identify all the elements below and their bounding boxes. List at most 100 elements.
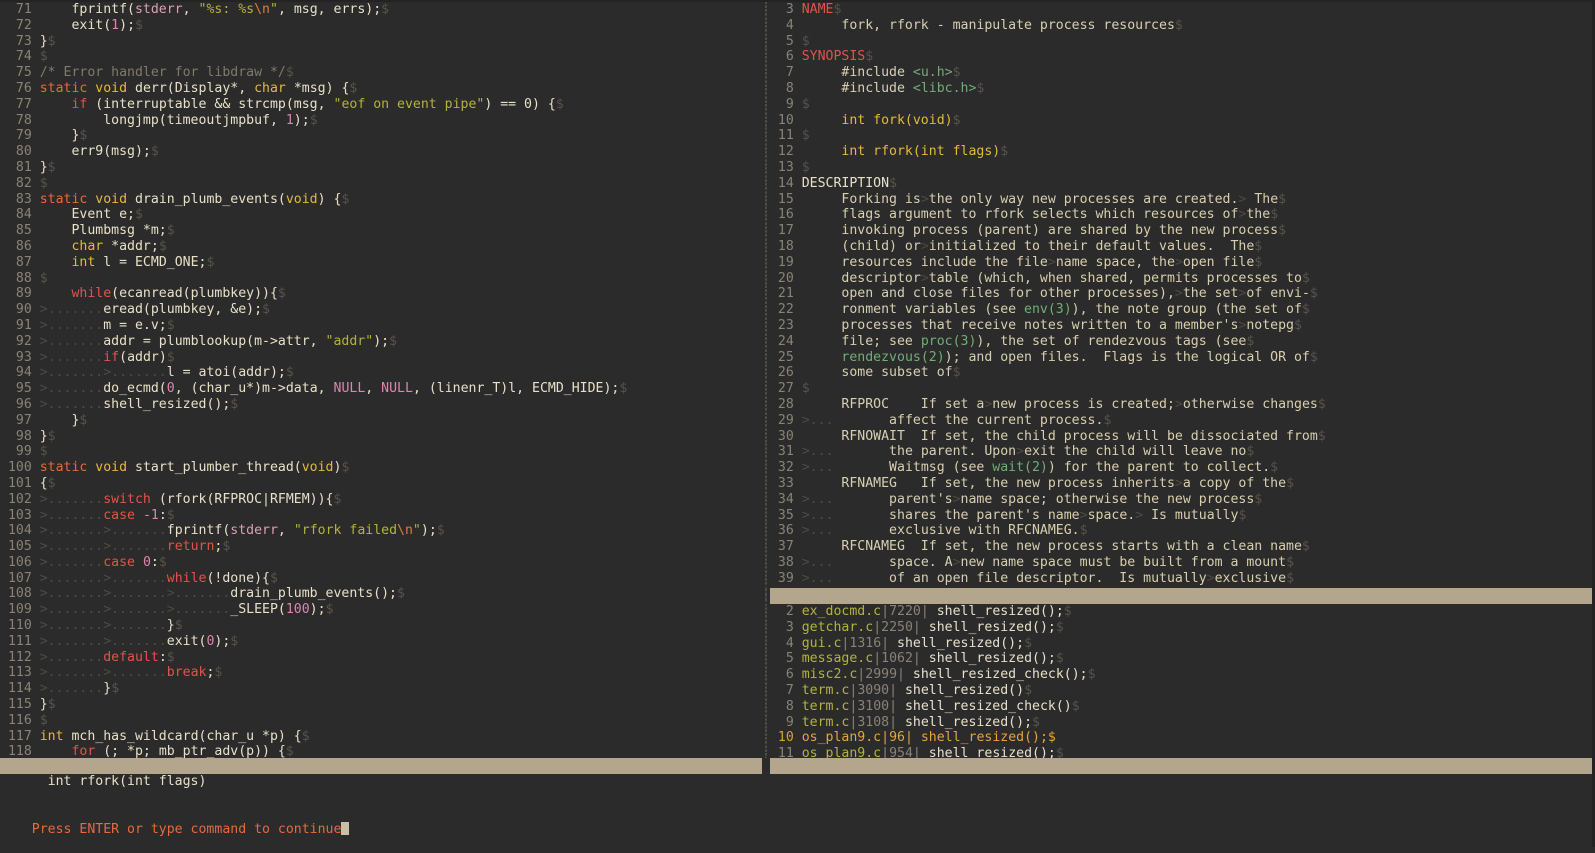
buffer-line[interactable]: 85 Plumbmsg *m;$	[0, 223, 762, 239]
buffer-line[interactable]: 118 for (; *p; mb_ptr_adv(p)) {$	[0, 744, 762, 758]
buffer-line[interactable]: ┊ 27 $	[762, 381, 1595, 397]
buffer-line[interactable]: ┊ 10 int fork(void)$	[762, 113, 1595, 129]
buffer-line[interactable]: ┊ 14 DESCRIPTION$	[762, 176, 1595, 192]
buffer-line[interactable]: 100 static void start_plumber_thread(voi…	[0, 460, 762, 476]
buffer-line[interactable]: 108 >.......>.......>.......drain_plumb_…	[0, 586, 762, 602]
quickfix-entry[interactable]: ┊ 11 os_plan9.c|954| shell_resized();$	[762, 746, 1595, 758]
buffer-line[interactable]: ┊ 3 NAME$	[762, 2, 1595, 18]
quickfix-pane[interactable]: ┊ 2 ex_docmd.c|7220| shell_resized();$ ┊ …	[762, 604, 1595, 758]
buffer-line[interactable]: ┊ 32 >... Waitmsg (see wait(2)) for the …	[762, 460, 1595, 476]
buffer-line[interactable]: 103 >.......case -1:$	[0, 508, 762, 524]
quickfix-entry[interactable]: ┊ 10 os_plan9.c|96| shell_resized();$	[762, 730, 1595, 746]
buffer-line[interactable]: 83 static void drain_plumb_events(void) …	[0, 192, 762, 208]
buffer-line[interactable]: 90 >.......eread(plumbkey, &e);$	[0, 302, 762, 318]
buffer-line[interactable]: 105 >.......>.......return;$	[0, 539, 762, 555]
buffer-line[interactable]: 78 longjmp(timeoutjmpbuf, 1);$	[0, 113, 762, 129]
buffer-line[interactable]: 75 /* Error handler for libdraw */$	[0, 65, 762, 81]
buffer-line[interactable]: 107 >.......>.......while(!done){$	[0, 571, 762, 587]
buffer-line[interactable]: 106 >.......case 0:$	[0, 555, 762, 571]
buffer-line[interactable]: 82 $	[0, 176, 762, 192]
quickfix-entry[interactable]: ┊ 6 misc2.c|2999| shell_resized_check();…	[762, 667, 1595, 683]
buffer-line[interactable]: ┊ 9 $	[762, 97, 1595, 113]
buffer-line[interactable]: 112 >.......default:$	[0, 650, 762, 666]
press-enter-prompt[interactable]: Press ENTER or type command to continue	[0, 806, 1595, 853]
buffer-line[interactable]: 73 }$	[0, 34, 762, 50]
buffer-line[interactable]: ┊ 6 SYNOPSIS$	[762, 49, 1595, 65]
buffer-line[interactable]: ┊ 11 $	[762, 128, 1595, 144]
buffer-line[interactable]: 74 $	[0, 49, 762, 65]
buffer-line[interactable]: 101 {$	[0, 476, 762, 492]
buffer-line[interactable]: ┊ 25 rendezvous(2)); and open files. Fla…	[762, 350, 1595, 366]
buffer-line[interactable]: 96 >.......shell_resized();$	[0, 397, 762, 413]
quickfix-entry[interactable]: ┊ 2 ex_docmd.c|7220| shell_resized();$	[762, 604, 1595, 620]
buffer-line[interactable]: ┊ 17 invoking process (parent) are share…	[762, 223, 1595, 239]
buffer-line[interactable]: 111 >.......>.......exit(0);$	[0, 634, 762, 650]
editor-pane-manpage[interactable]: ┊ 3 NAME$ ┊ 4 fork, rfork - manipulate pr…	[762, 2, 1595, 588]
buffer-line[interactable]: 104 >.......>.......fprintf(stderr, "rfo…	[0, 523, 762, 539]
buffer-line[interactable]: 92 >.......addr = plumblookup(m->attr, "…	[0, 334, 762, 350]
buffer-line[interactable]: ┊ 15 Forking is>the only way new process…	[762, 192, 1595, 208]
buffer-line[interactable]: ┊ 38 >... space. A>new name space must b…	[762, 555, 1595, 571]
buffer-line[interactable]: 94 >.......>.......l = atoi(addr);$	[0, 365, 762, 381]
buffer-line[interactable]: 71 fprintf(stderr, "%s: %s\n", msg, errs…	[0, 2, 762, 18]
buffer-line[interactable]: ┊ 22 ronment variables (see env(3)), the…	[762, 302, 1595, 318]
statusline-source[interactable]: 102:10 8% ~/src/vim/os_plan9.c [c]	[0, 758, 762, 774]
buffer-line[interactable]: 89 while(ecanread(plumbkey)){$	[0, 286, 762, 302]
buffer-line[interactable]: 76 static void derr(Display*, char *msg)…	[0, 81, 762, 97]
buffer-line[interactable]: ┊ 36 >... exclusive with RFCNAMEG.$	[762, 523, 1595, 539]
buffer-line[interactable]: ┊ 34 >... parent's>name space; otherwise…	[762, 492, 1595, 508]
buffer-line[interactable]: 86 char *addr;$	[0, 239, 762, 255]
buffer-line[interactable]: ┊ 7 #include <u.h>$	[762, 65, 1595, 81]
buffer-line[interactable]: ┊ 23 processes that receive notes writte…	[762, 318, 1595, 334]
buffer-line[interactable]: 77 if (interruptable && strcmp(msg, "eof…	[0, 97, 762, 113]
buffer-line[interactable]: 116 $	[0, 713, 762, 729]
editor-pane-source[interactable]: 71 fprintf(stderr, "%s: %s\n", msg, errs…	[0, 2, 762, 758]
quickfix-entry[interactable]: ┊ 9 term.c|3108| shell_resized();$	[762, 715, 1595, 731]
buffer-line[interactable]: 80 err9(msg);$	[0, 144, 762, 160]
quickfix-entry[interactable]: ┊ 4 gui.c|1316| shell_resized();$	[762, 636, 1595, 652]
buffer-line[interactable]: 79 }$	[0, 128, 762, 144]
buffer-line[interactable]: 91 >.......m = e.v;$	[0, 318, 762, 334]
quickfix-entry[interactable]: ┊ 3 getchar.c|2250| shell_resized();$	[762, 620, 1595, 636]
buffer-line[interactable]: 93 >.......if(addr)$	[0, 350, 762, 366]
buffer-line[interactable]: ┊ 5 $	[762, 34, 1595, 50]
buffer-line[interactable]: 88 $	[0, 271, 762, 287]
statusline-quickfix[interactable]: 10:1 90% [Quickfix List] [qf]	[770, 758, 1595, 774]
buffer-line[interactable]: ┊ 31 >... the parent. Upon>exit the chil…	[762, 444, 1595, 460]
buffer-line[interactable]: ┊ 24 file; see proc(3)), the set of rend…	[762, 334, 1595, 350]
buffer-line[interactable]: ┊ 28 RFPROC If set a >new process is crea…	[762, 397, 1595, 413]
buffer-line[interactable]: 113 >.......>.......break;$	[0, 665, 762, 681]
buffer-line[interactable]: 95 >.......do_ecmd(0, (char_u*)m->data, …	[0, 381, 762, 397]
buffer-line[interactable]: 99 $	[0, 444, 762, 460]
buffer-line[interactable]: ┊ 20 descriptor>table (which, when share…	[762, 271, 1595, 287]
buffer-line[interactable]: 115 }$	[0, 697, 762, 713]
buffer-line[interactable]: ┊ 26 some subset of$	[762, 365, 1595, 381]
buffer-line[interactable]: 72 exit(1);$	[0, 18, 762, 34]
statusline-manpage[interactable]: 1:1 1% $HOME/rfork.2~ [man]	[770, 588, 1595, 604]
buffer-line[interactable]: ┊ 13 $	[762, 160, 1595, 176]
buffer-line[interactable]: 102 >.......switch (rfork(RFPROC|RFMEM))…	[0, 492, 762, 508]
buffer-line[interactable]: 84 Event e;$	[0, 207, 762, 223]
buffer-line[interactable]: ┊ 30 RFNOWAIT If set, the child process …	[762, 429, 1595, 445]
quickfix-entry[interactable]: ┊ 7 term.c|3090| shell_resized()$	[762, 683, 1595, 699]
buffer-line[interactable]: 98 }$	[0, 429, 762, 445]
quickfix-entry[interactable]: ┊ 8 term.c|3100| shell_resized_check()$	[762, 699, 1595, 715]
buffer-line[interactable]: 81 }$	[0, 160, 762, 176]
buffer-line[interactable]: 109 >.......>.......>......._SLEEP(100);…	[0, 602, 762, 618]
buffer-line[interactable]: ┊ 12 int rfork(int flags)$	[762, 144, 1595, 160]
buffer-line[interactable]: ┊ 8 #include <libc.h>$	[762, 81, 1595, 97]
buffer-line[interactable]: ┊ 16 flags argument to rfork selects whi…	[762, 207, 1595, 223]
buffer-line[interactable]: ┊ 39 >... of an open file descriptor. Is…	[762, 571, 1595, 587]
buffer-line[interactable]: ┊ 35 >... shares the parent's name>space…	[762, 508, 1595, 524]
buffer-line[interactable]: ┊ 19 resources include the file>name spa…	[762, 255, 1595, 271]
buffer-line[interactable]: ┊ 21 open and close files for other proc…	[762, 286, 1595, 302]
buffer-line[interactable]: 87 int l = ECMD_ONE;$	[0, 255, 762, 271]
buffer-line[interactable]: 97 }$	[0, 413, 762, 429]
buffer-line[interactable]: ┊ 29 >... affect the current process.$	[762, 413, 1595, 429]
buffer-line[interactable]: 114 >.......}$	[0, 681, 762, 697]
buffer-line[interactable]: ┊ 37 RFCNAMEG If set, the new process st…	[762, 539, 1595, 555]
buffer-line[interactable]: ┊ 4 fork, rfork - manipulate process res…	[762, 18, 1595, 34]
quickfix-entry[interactable]: ┊ 5 message.c|1062| shell_resized();$	[762, 651, 1595, 667]
buffer-line[interactable]: ┊ 18 (child) or>initialized to their def…	[762, 239, 1595, 255]
buffer-line[interactable]: 117 int mch_has_wildcard(char_u *p) {$	[0, 729, 762, 745]
